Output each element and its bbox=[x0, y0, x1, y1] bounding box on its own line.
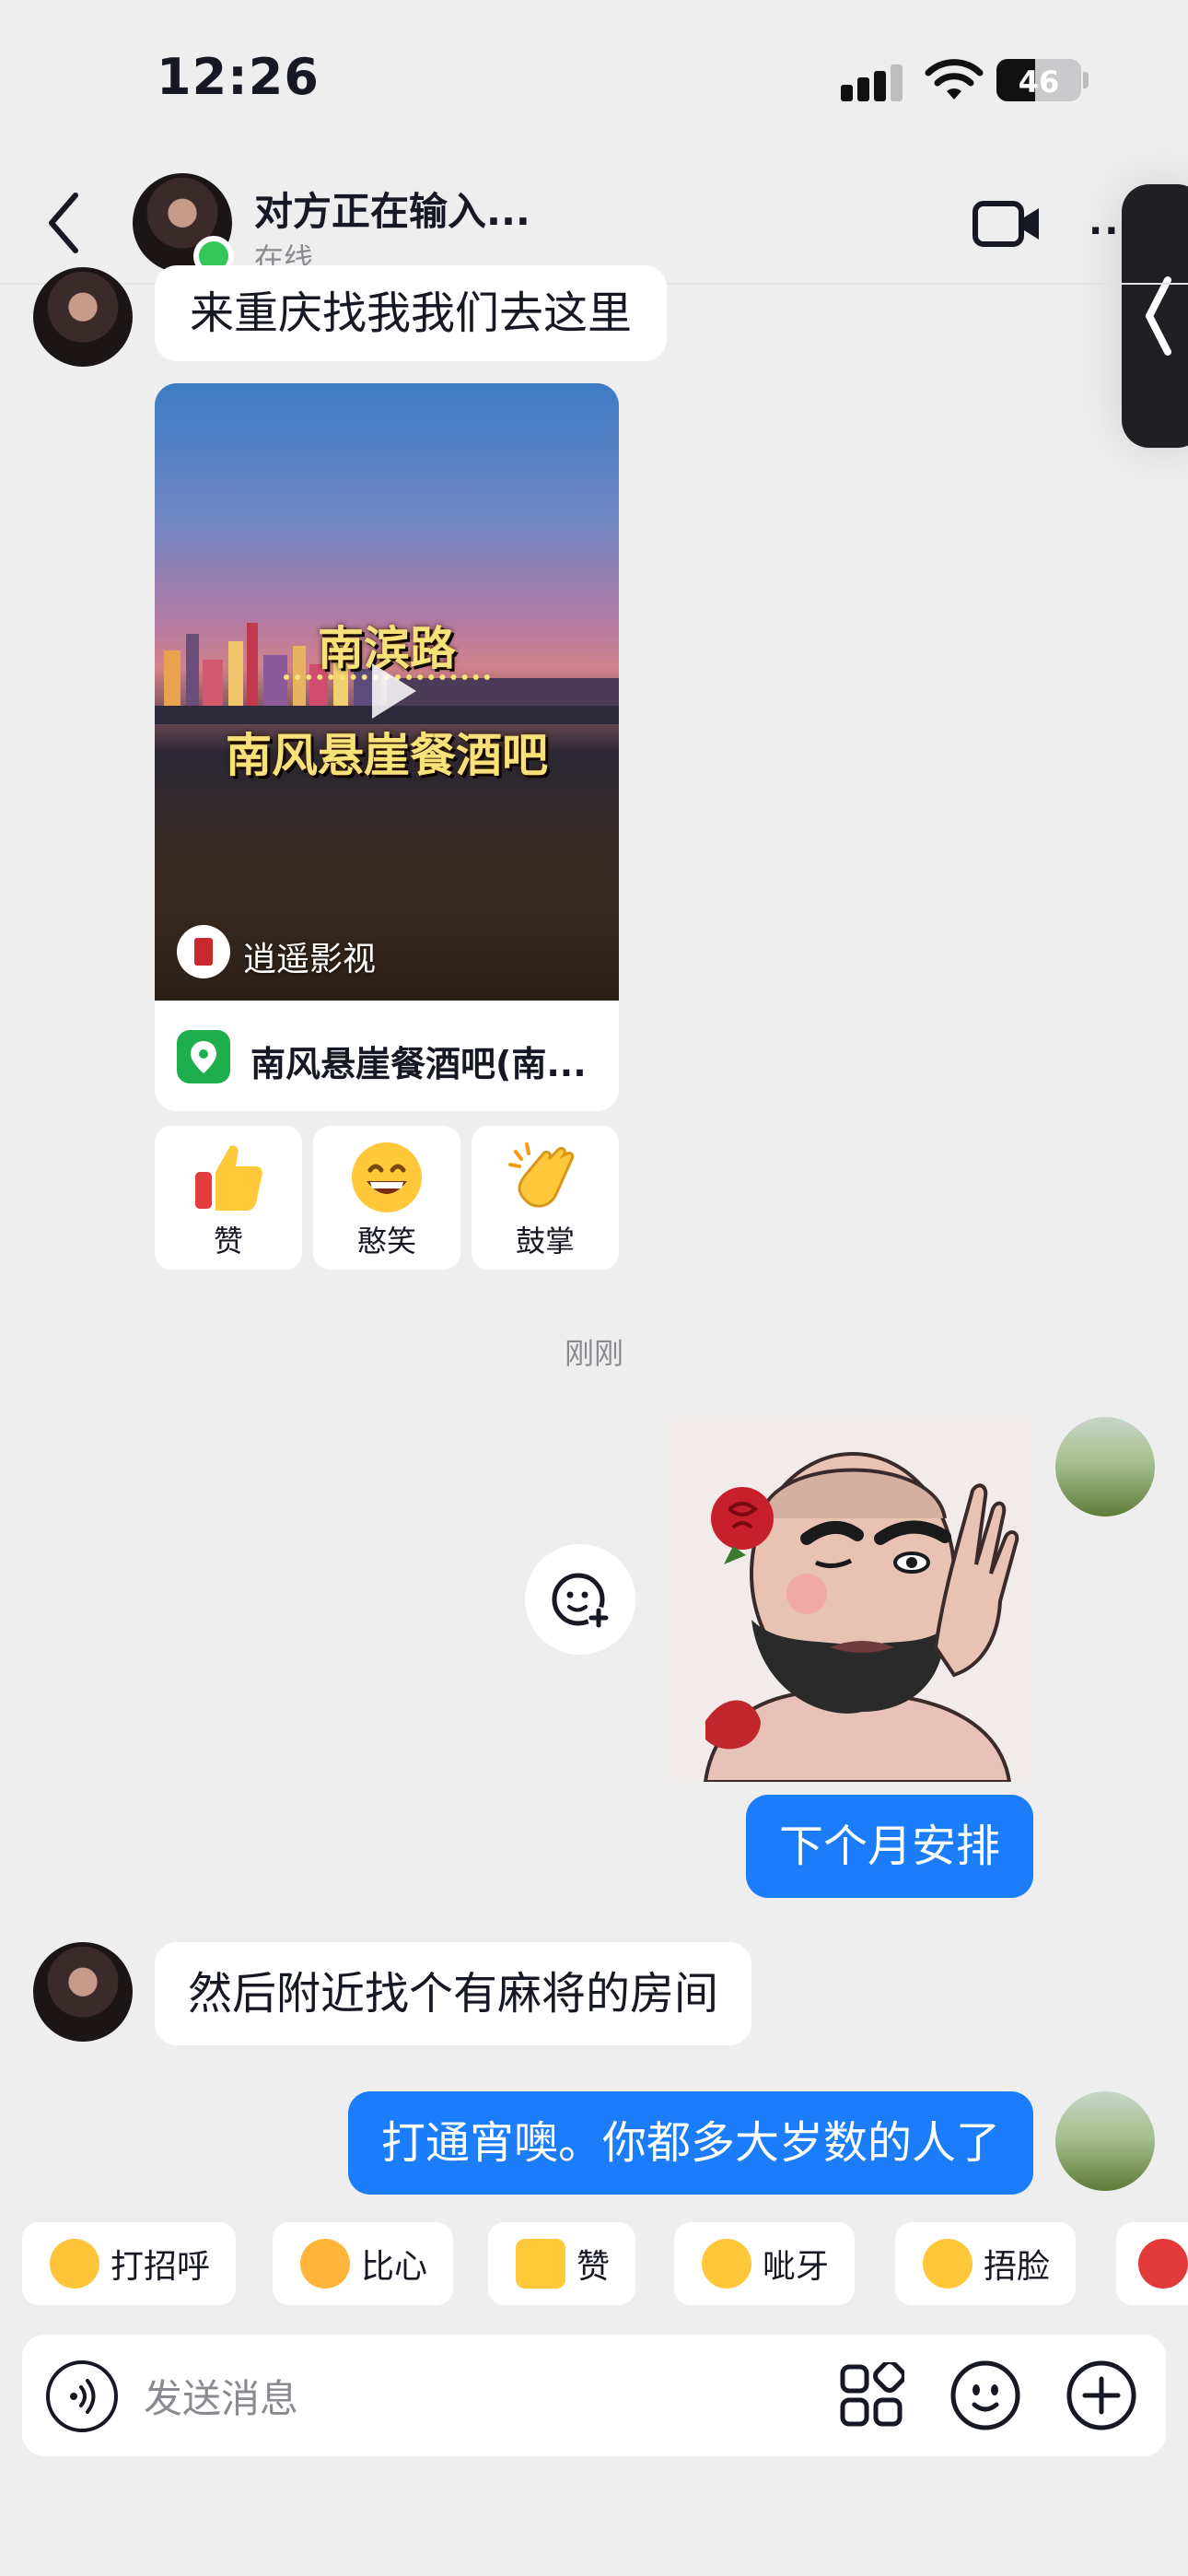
quick-reply-label: 比心 bbox=[361, 2248, 428, 2286]
status-time: 12:26 bbox=[157, 48, 320, 106]
reaction-thumbs-up[interactable]: 赞 bbox=[155, 1126, 302, 1270]
play-icon[interactable] bbox=[350, 652, 427, 730]
emoji-icon[interactable] bbox=[949, 2359, 1022, 2432]
video-thumbnail[interactable]: 南滨路 南风悬崖餐酒吧 逍遥影视 bbox=[155, 383, 619, 1001]
finger-heart-icon bbox=[300, 2239, 350, 2289]
location-row[interactable]: 南风悬崖餐酒吧(南... bbox=[155, 1001, 619, 1111]
message-input-bar[interactable]: 发送消息 bbox=[22, 2335, 1166, 2456]
quick-reply-grin-teeth[interactable]: 呲牙 bbox=[674, 2222, 856, 2305]
channel-logo bbox=[177, 925, 230, 978]
contact-typing-title[interactable]: 对方正在输入... bbox=[254, 181, 530, 237]
message-bubble-received[interactable]: 然后附近找个有麻将的房间 bbox=[155, 1942, 752, 2045]
message-bubble-received[interactable]: 来重庆找我我们去这里 bbox=[155, 265, 668, 361]
my-avatar[interactable] bbox=[1055, 2091, 1155, 2191]
side-panel-handle[interactable] bbox=[1122, 184, 1188, 448]
plus-icon[interactable] bbox=[1065, 2359, 1138, 2432]
reaction-label: 憨笑 bbox=[356, 1224, 416, 1259]
quick-reply-label: 捂脸 bbox=[984, 2248, 1051, 2286]
bearded-man-sticker bbox=[669, 1417, 1033, 1782]
quick-reply-label: 赞 bbox=[577, 2248, 611, 2286]
back-button[interactable] bbox=[41, 188, 88, 258]
wifi-icon bbox=[925, 59, 984, 100]
my-avatar[interactable] bbox=[1055, 1417, 1155, 1516]
reaction-grin[interactable]: 憨笑 bbox=[313, 1126, 460, 1270]
reaction-label: 鼓掌 bbox=[515, 1224, 575, 1259]
quick-reply-finger-heart[interactable]: 比心 bbox=[273, 2222, 454, 2305]
grin-icon bbox=[352, 1142, 422, 1212]
rose-icon bbox=[1138, 2239, 1188, 2289]
thumbs-up-icon bbox=[195, 1145, 262, 1211]
add-sticker-icon bbox=[552, 1573, 610, 1629]
message-input[interactable]: 发送消息 bbox=[144, 2368, 298, 2424]
voice-wave-icon bbox=[70, 2379, 96, 2414]
grin-teeth-icon bbox=[702, 2239, 751, 2289]
quick-reply-wave[interactable]: 打招呼 bbox=[22, 2222, 237, 2305]
quick-reply-label: 打招呼 bbox=[111, 2248, 211, 2286]
video-call-icon[interactable] bbox=[973, 199, 1042, 249]
video-share-card[interactable]: 南滨路 南风悬崖餐酒吧 逍遥影视 南风悬崖餐酒吧(南... bbox=[155, 383, 619, 1111]
message-bubble-sent[interactable]: 打通宵噢。你都多大岁数的人了 bbox=[347, 2091, 1033, 2195]
clap-icon bbox=[508, 1142, 575, 1208]
sender-avatar[interactable] bbox=[33, 267, 133, 367]
voice-input-button[interactable] bbox=[46, 2360, 118, 2432]
sticker-image[interactable] bbox=[669, 1417, 1033, 1782]
add-sticker-button[interactable] bbox=[525, 1544, 635, 1655]
channel-name: 逍遥影视 bbox=[243, 941, 377, 978]
quick-reply-label: 呲牙 bbox=[763, 2248, 830, 2286]
chevron-left-icon bbox=[1146, 276, 1171, 356]
cellular-signal-icon bbox=[841, 64, 903, 101]
battery-level: 46 bbox=[1018, 64, 1060, 100]
quick-reply-facepalm[interactable]: 捂脸 bbox=[895, 2222, 1077, 2305]
facepalm-icon bbox=[923, 2239, 973, 2289]
message-bubble-sent[interactable]: 下个月安排 bbox=[745, 1795, 1033, 1898]
apps-grid-icon[interactable] bbox=[838, 2362, 904, 2429]
timestamp-divider: 刚刚 bbox=[564, 1336, 623, 1371]
location-name: 南风悬崖餐酒吧(南... bbox=[250, 1044, 587, 1084]
battery-icon: 46 bbox=[996, 59, 1081, 101]
quick-reply-rose[interactable] bbox=[1116, 2222, 1188, 2305]
reaction-label: 赞 bbox=[213, 1224, 243, 1259]
quick-reply-thumbs-up[interactable]: 赞 bbox=[488, 2222, 636, 2305]
thumbs-up-icon bbox=[516, 2239, 565, 2289]
location-pin-icon bbox=[177, 1030, 230, 1083]
wave-face-icon bbox=[50, 2239, 99, 2289]
battery-tip bbox=[1083, 72, 1089, 88]
sender-avatar[interactable] bbox=[33, 1942, 133, 2042]
reaction-clap[interactable]: 鼓掌 bbox=[472, 1126, 619, 1270]
